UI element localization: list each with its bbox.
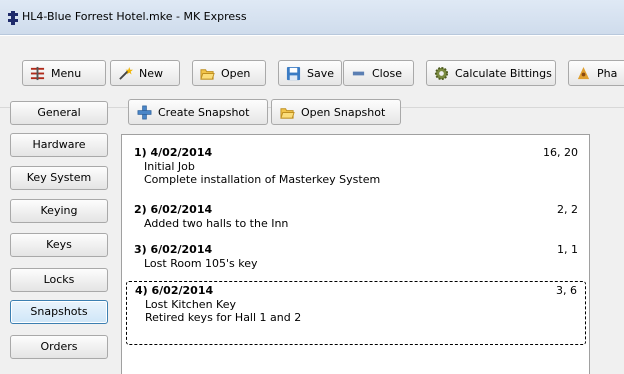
pha-button[interactable]: Pha (568, 60, 624, 86)
new-button[interactable]: New (110, 60, 180, 86)
save-disk-icon (286, 66, 301, 80)
snapshot-count: 2, 2 (557, 203, 578, 216)
save-button[interactable]: Save (278, 60, 342, 86)
list-item[interactable]: 2) 6/02/2014 2, 2 Added two halls to the… (126, 203, 586, 230)
sidebar-item-keys[interactable]: Keys (10, 233, 108, 257)
save-label: Save (307, 66, 335, 80)
snapshots-panel: Create Snapshot Open Snapshot 1) 4/02/20… (117, 99, 624, 374)
snapshot-date: 1) 4/02/2014 (134, 146, 213, 159)
menu-button[interactable]: Menu (22, 60, 106, 86)
new-label: New (139, 66, 163, 80)
app-icon (8, 11, 18, 25)
sidebar-item-general[interactable]: General (10, 101, 108, 125)
snapshot-date: 4) 6/02/2014 (135, 284, 214, 297)
sidebar-item-hardware[interactable]: Hardware (10, 133, 108, 157)
pha-label: Pha (597, 66, 618, 80)
menu-label: Menu (51, 66, 82, 80)
create-snapshot-label: Create Snapshot (158, 105, 250, 119)
snapshot-note: Lost Room 105's key (144, 257, 258, 270)
minus-icon (352, 71, 365, 75)
open-snapshot-label: Open Snapshot (301, 105, 386, 119)
snapshot-list[interactable]: 1) 4/02/2014 16, 20 Initial Job Complete… (121, 134, 590, 374)
snapshot-note: Complete installation of Masterkey Syste… (144, 173, 381, 186)
sidebar-item-keying[interactable]: Keying (10, 199, 108, 223)
snapshot-date: 3) 6/02/2014 (134, 243, 213, 256)
list-item[interactable]: 3) 6/02/2014 1, 1 Lost Room 105's key (126, 243, 586, 270)
snapshot-note: Added two halls to the Inn (144, 217, 289, 230)
list-item-selected[interactable]: 4) 6/02/2014 3, 6 Lost Kitchen Key Retir… (126, 281, 586, 345)
snapshot-date: 2) 6/02/2014 (134, 203, 213, 216)
snapshot-note: Lost Kitchen Key (145, 298, 236, 311)
sidebar-item-snapshots[interactable]: Snapshots (10, 300, 108, 324)
snapshot-count: 1, 1 (557, 243, 578, 256)
sidebar: General Hardware Key System Keying Keys … (0, 101, 117, 374)
snapshot-note: Retired keys for Hall 1 and 2 (145, 311, 302, 324)
open-snapshot-button[interactable]: Open Snapshot (271, 99, 401, 125)
gear-icon (434, 66, 449, 80)
sidebar-item-locks[interactable]: Locks (10, 268, 108, 292)
folder-open-icon (200, 68, 215, 80)
window-title: HL4-Blue Forrest Hotel.mke - MK Express (22, 10, 247, 23)
list-item[interactable]: 1) 4/02/2014 16, 20 Initial Job Complete… (126, 146, 586, 186)
open-label: Open (221, 66, 251, 80)
calculate-bittings-label: Calculate Bittings (455, 66, 552, 80)
snapshot-count: 16, 20 (543, 146, 578, 159)
create-snapshot-button[interactable]: Create Snapshot (128, 99, 268, 125)
sidebar-item-key-system[interactable]: Key System (10, 166, 108, 190)
plus-icon (137, 105, 152, 119)
snapshot-count: 3, 6 (556, 284, 577, 297)
folder-open-icon (280, 107, 295, 119)
snapshot-note: Initial Job (144, 160, 195, 173)
open-button[interactable]: Open (192, 60, 266, 86)
close-button[interactable]: Close (343, 60, 414, 86)
title-bar: HL4-Blue Forrest Hotel.mke - MK Express (0, 0, 624, 35)
close-label: Close (372, 66, 402, 80)
magic-wand-icon (119, 66, 133, 80)
wizard-icon (577, 66, 590, 79)
sidebar-item-orders[interactable]: Orders (10, 335, 108, 359)
toolbar: Menu New Open Save Close Calculate Bitti… (0, 36, 624, 108)
menu-icon (30, 66, 45, 80)
calculate-bittings-button[interactable]: Calculate Bittings (426, 60, 556, 86)
